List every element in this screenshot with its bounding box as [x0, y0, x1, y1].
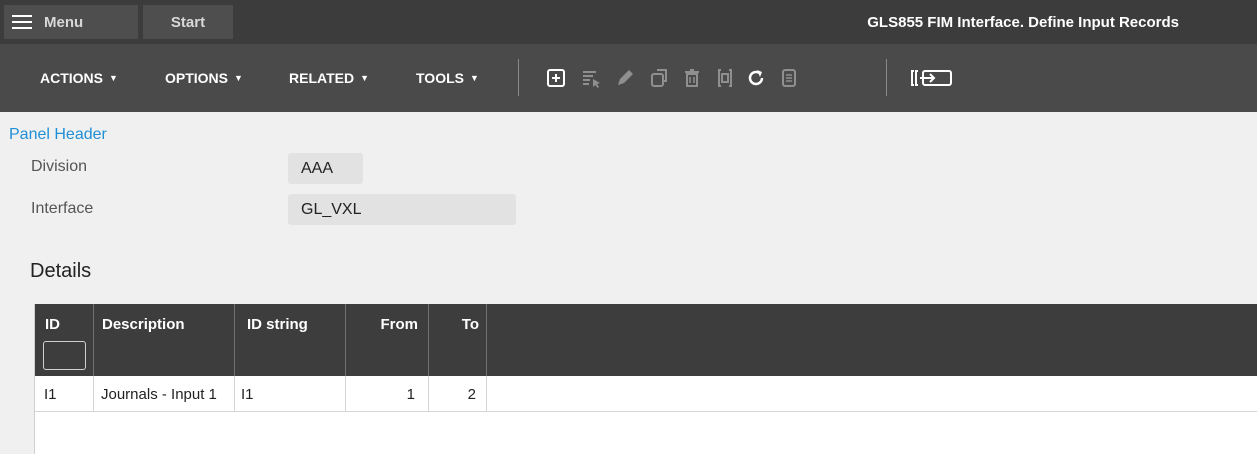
column-header-description[interactable]: Description: [94, 304, 235, 376]
caret-down-icon: ▼: [469, 73, 479, 83]
start-label: Start: [170, 13, 206, 31]
edit-icon[interactable]: [614, 67, 636, 89]
id-filter-input[interactable]: [43, 341, 86, 370]
interface-label: Interface: [31, 200, 94, 217]
cell-id[interactable]: I1: [35, 376, 94, 412]
cell-to[interactable]: 2: [429, 376, 487, 412]
caret-down-icon: ▼: [234, 73, 243, 83]
column-header-to-label: To: [461, 316, 479, 333]
division-field[interactable]: AAA: [288, 153, 363, 184]
cell-from[interactable]: 1: [346, 376, 429, 412]
display-icon[interactable]: [714, 67, 736, 89]
division-label: Division: [31, 158, 88, 175]
tools-menu[interactable]: TOOLS ▼: [416, 44, 479, 112]
table-row[interactable]: I1 Journals - Input 1 I1 1 2: [35, 376, 1257, 412]
tools-label: TOOLS: [416, 70, 464, 86]
hamburger-icon: [12, 15, 32, 29]
actions-label: ACTIONS: [40, 70, 103, 86]
select-rows-icon[interactable]: [580, 67, 602, 89]
column-header-from[interactable]: From: [346, 304, 429, 376]
column-header-id-label: ID: [45, 316, 60, 333]
toolbar: ACTIONS ▼ OPTIONS ▼ RELATED ▼ TOOLS ▼: [0, 44, 1257, 112]
notes-icon[interactable]: [778, 67, 800, 89]
export-icon[interactable]: [910, 67, 954, 89]
column-header-to[interactable]: To: [429, 304, 487, 376]
options-menu[interactable]: OPTIONS ▼: [165, 44, 243, 112]
panel-header-link[interactable]: Panel Header: [9, 126, 107, 144]
title-bar: Menu Start GLS855 FIM Interface. Define …: [0, 0, 1257, 44]
actions-menu[interactable]: ACTIONS ▼: [40, 44, 118, 112]
column-header-description-label: Description: [102, 316, 185, 333]
related-menu[interactable]: RELATED ▼: [289, 44, 369, 112]
window-title: GLS855 FIM Interface. Define Input Recor…: [867, 13, 1179, 31]
interface-field[interactable]: GL_VXL: [288, 194, 516, 225]
start-tab[interactable]: Start: [143, 5, 233, 39]
toolbar-divider: [518, 59, 519, 96]
delete-icon[interactable]: [681, 67, 703, 89]
cell-description[interactable]: Journals - Input 1: [94, 376, 235, 412]
details-grid: ID Description ID string From To I1 Jour…: [34, 304, 1257, 454]
column-header-from-label: From: [380, 316, 419, 333]
refresh-icon[interactable]: [745, 67, 767, 89]
add-icon[interactable]: [545, 67, 567, 89]
caret-down-icon: ▼: [109, 73, 118, 83]
related-label: RELATED: [289, 70, 355, 86]
column-header-id-string-label: ID string: [247, 316, 308, 333]
copy-icon[interactable]: [648, 67, 670, 89]
column-header-id[interactable]: ID: [35, 304, 94, 376]
options-label: OPTIONS: [165, 70, 229, 86]
grid-header: ID Description ID string From To: [35, 304, 1257, 376]
caret-down-icon: ▼: [360, 73, 369, 83]
cell-id-string[interactable]: I1: [235, 376, 346, 412]
toolbar-divider: [886, 59, 887, 96]
details-heading: Details: [30, 260, 92, 282]
column-header-id-string[interactable]: ID string: [235, 304, 346, 376]
menu-button[interactable]: Menu: [4, 5, 138, 39]
menu-label: Menu: [44, 13, 84, 31]
